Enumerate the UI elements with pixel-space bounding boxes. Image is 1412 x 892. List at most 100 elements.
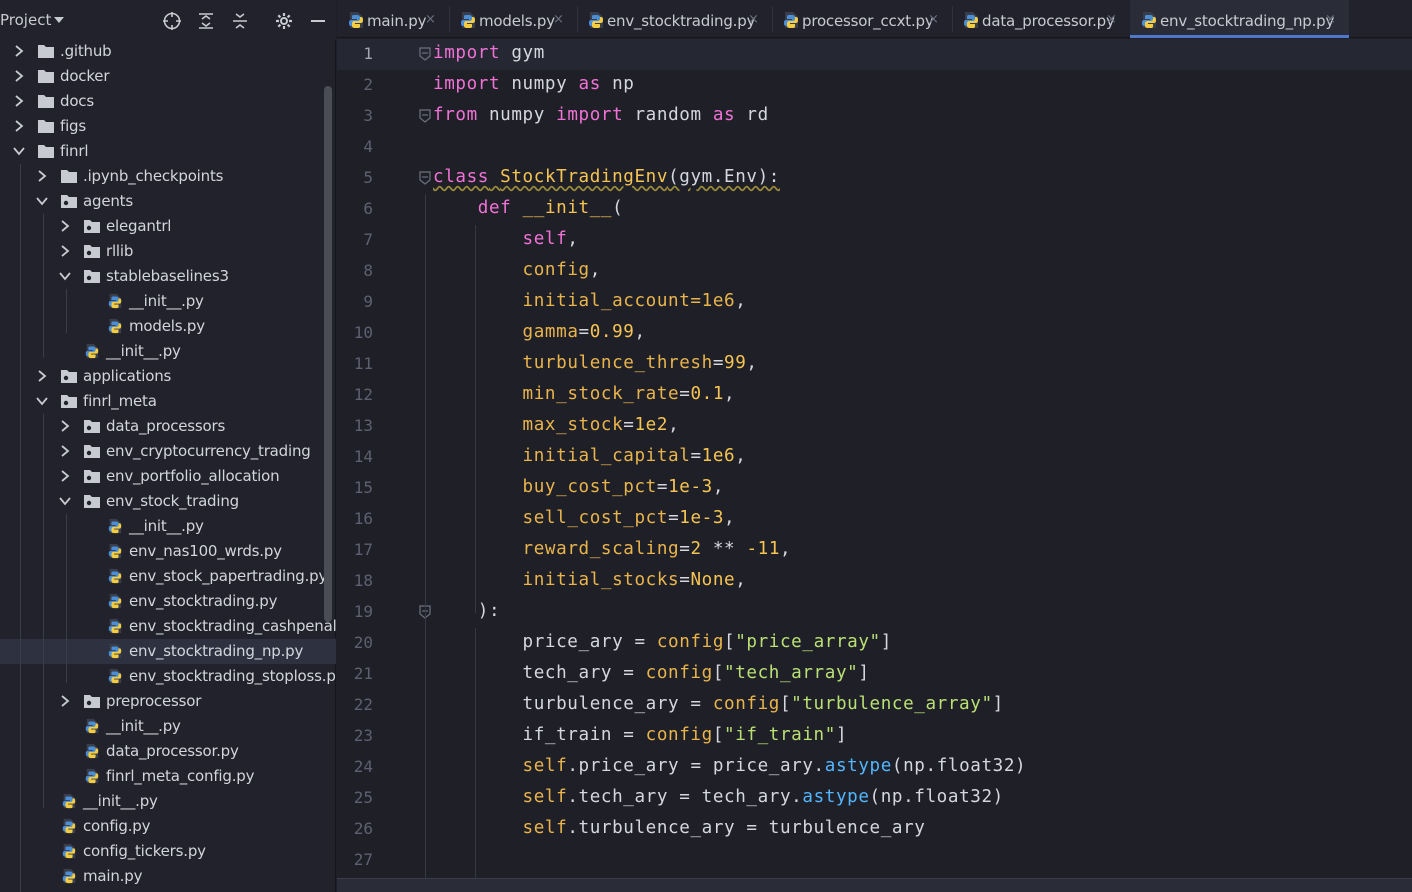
code-line[interactable]: def __init__( — [433, 198, 623, 218]
code-line[interactable]: max_stock=1e2, — [433, 415, 679, 435]
chevron-right-icon[interactable] — [59, 470, 71, 482]
tree-file-item[interactable]: env_nas100_wrds.py — [0, 539, 336, 564]
close-icon[interactable]: × — [928, 12, 939, 27]
project-title[interactable]: Project — [0, 11, 51, 29]
editor-tab[interactable]: main.py × — [337, 0, 449, 38]
tree-file-item[interactable]: __init__.py — [0, 339, 336, 364]
code-line[interactable]: initial_account=1e6, — [433, 291, 746, 311]
code-line[interactable]: sell_cost_pct=1e-3, — [433, 508, 735, 528]
chevron-down-icon[interactable] — [36, 195, 48, 207]
code-line[interactable]: self, — [433, 229, 579, 249]
editor-tab[interactable]: env_stocktrading_np.py × — [1130, 0, 1349, 38]
tree-folder-item[interactable]: env_stock_trading — [0, 489, 336, 514]
close-icon[interactable]: × — [1106, 12, 1117, 27]
tree-folder-item[interactable]: docker — [0, 64, 336, 89]
tree-file-item[interactable]: __init__.py — [0, 789, 336, 814]
tree-file-item[interactable]: __init__.py — [0, 289, 336, 314]
chevron-right-icon[interactable] — [13, 45, 25, 57]
code-line[interactable]: class StockTradingEnv(gym.Env): — [433, 167, 780, 187]
scrollbar[interactable] — [324, 86, 332, 622]
code-line[interactable]: initial_stocks=None, — [433, 570, 746, 590]
chevron-right-icon[interactable] — [59, 420, 71, 432]
chevron-right-icon[interactable] — [36, 170, 48, 182]
code-line[interactable]: price_ary = config["price_array"] — [433, 632, 892, 652]
close-icon[interactable]: × — [748, 12, 759, 27]
chevron-right-icon[interactable] — [59, 445, 71, 457]
tree-folder-item[interactable]: .ipynb_checkpoints — [0, 164, 336, 189]
tree-file-item[interactable]: env_stock_papertrading.py — [0, 564, 336, 589]
code-line[interactable]: buy_cost_pct=1e-3, — [433, 477, 724, 497]
tree-folder-item[interactable]: .github — [0, 39, 336, 64]
tree-file-item[interactable]: data_processor.py — [0, 739, 336, 764]
chevron-right-icon[interactable] — [13, 70, 25, 82]
expand-all-icon[interactable] — [196, 11, 216, 31]
tree-folder-item[interactable]: elegantrl — [0, 214, 336, 239]
minimize-icon[interactable] — [308, 11, 328, 31]
tree-file-item[interactable]: env_stocktrading_np.py — [0, 639, 336, 664]
editor-tab[interactable]: data_processor.py × — [952, 0, 1130, 38]
close-icon[interactable]: × — [1325, 12, 1336, 27]
tree-file-item[interactable]: models.py — [0, 314, 336, 339]
code-line[interactable]: min_stock_rate=0.1, — [433, 384, 735, 404]
chevron-down-icon[interactable] — [36, 395, 48, 407]
tree-folder-item[interactable]: env_portfolio_allocation — [0, 464, 336, 489]
chevron-down-icon[interactable] — [13, 145, 25, 157]
tree-file-item[interactable]: main.py — [0, 864, 336, 889]
chevron-down-icon[interactable] — [59, 495, 71, 507]
code-line[interactable]: import gym — [433, 43, 545, 63]
tree-file-item[interactable]: config.py — [0, 814, 336, 839]
code-line[interactable]: from numpy import random as rd — [433, 105, 769, 125]
tree-file-item[interactable]: env_stocktrading_stoploss.py — [0, 664, 336, 689]
chevron-right-icon[interactable] — [13, 120, 25, 132]
tree-folder-item[interactable]: preprocessor — [0, 689, 336, 714]
code-line[interactable]: import numpy as np — [433, 74, 634, 94]
horizontal-scrollbar[interactable] — [337, 878, 1412, 892]
tree-folder-item[interactable]: finrl_meta — [0, 389, 336, 414]
tree-file-item[interactable]: __init__.py — [0, 714, 336, 739]
chevron-right-icon[interactable] — [59, 245, 71, 257]
chevron-right-icon[interactable] — [36, 370, 48, 382]
tree-folder-item[interactable]: rllib — [0, 239, 336, 264]
fold-marker-icon[interactable] — [419, 109, 431, 123]
code-line[interactable]: self.price_ary = price_ary.astype(np.flo… — [433, 756, 1026, 776]
code-line[interactable]: reward_scaling=2 ** -11, — [433, 539, 791, 559]
code-editor[interactable]: 1 import gym 2 import numpy as np 3 from nump… — [337, 39, 1412, 892]
editor-tab[interactable]: env_stocktrading.py × — [577, 0, 772, 38]
code-line[interactable]: if_train = config["if_train"] — [433, 725, 847, 745]
tree-folder-item[interactable]: figs — [0, 114, 336, 139]
collapse-all-icon[interactable] — [230, 11, 250, 31]
code-line[interactable]: gamma=0.99, — [433, 322, 646, 342]
chevron-right-icon[interactable] — [13, 95, 25, 107]
tree-folder-item[interactable]: env_cryptocurrency_trading — [0, 439, 336, 464]
editor-tab[interactable]: models.py × — [449, 0, 577, 38]
tree-file-item[interactable]: env_stocktrading.py — [0, 589, 336, 614]
code-line[interactable]: turbulence_thresh=99, — [433, 353, 758, 373]
gear-icon[interactable] — [274, 11, 294, 31]
locate-icon[interactable] — [162, 11, 182, 31]
tree-folder-item[interactable]: finrl — [0, 139, 336, 164]
code-line[interactable]: ): — [433, 601, 500, 621]
tree-folder-item[interactable]: stablebaselines3 — [0, 264, 336, 289]
editor-tab[interactable]: processor_ccxt.py × — [772, 0, 952, 38]
tree-file-item[interactable]: __init__.py — [0, 514, 336, 539]
close-icon[interactable]: × — [553, 12, 564, 27]
code-line[interactable]: initial_capital=1e6, — [433, 446, 746, 466]
tree-folder-item[interactable]: applications — [0, 364, 336, 389]
code-line[interactable]: self.turbulence_ary = turbulence_ary — [433, 818, 925, 838]
tree-file-item[interactable]: env_stocktrading_cashpenalty — [0, 614, 336, 639]
close-icon[interactable]: × — [425, 12, 436, 27]
tree-file-item[interactable]: config_tickers.py — [0, 839, 336, 864]
tree-folder-item[interactable]: docs — [0, 89, 336, 114]
chevron-right-icon[interactable] — [59, 220, 71, 232]
chevron-right-icon[interactable] — [59, 695, 71, 707]
tree-folder-item[interactable]: agents — [0, 189, 336, 214]
code-line[interactable]: config, — [433, 260, 601, 280]
tree-folder-item[interactable]: data_processors — [0, 414, 336, 439]
code-line[interactable]: tech_ary = config["tech_array"] — [433, 663, 870, 683]
fold-marker-icon[interactable] — [419, 47, 431, 61]
code-line[interactable]: turbulence_ary = config["turbulence_arra… — [433, 694, 1004, 714]
fold-marker-icon[interactable] — [419, 171, 431, 185]
chevron-down-icon[interactable] — [52, 13, 66, 27]
chevron-down-icon[interactable] — [59, 270, 71, 282]
tree-file-item[interactable]: finrl_meta_config.py — [0, 764, 336, 789]
